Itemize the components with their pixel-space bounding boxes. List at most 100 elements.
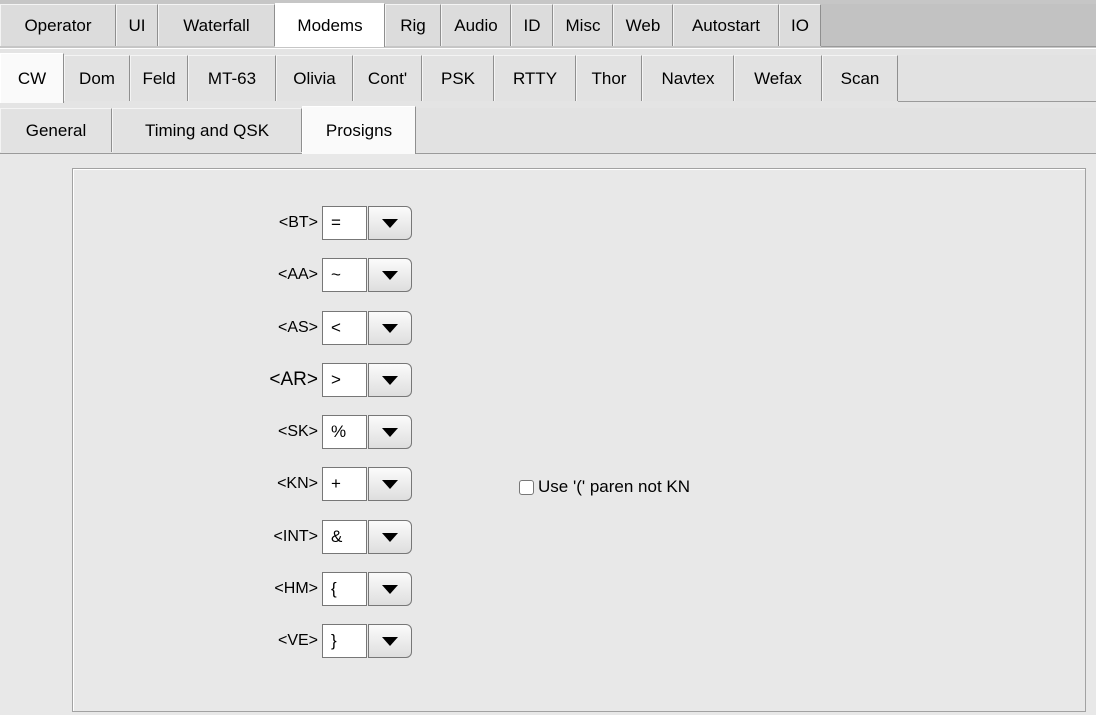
prosign-character-value[interactable]: + — [322, 467, 367, 501]
chevron-down-icon — [382, 479, 398, 489]
tab-bar-filler — [898, 55, 1096, 102]
tab-psk[interactable]: PSK — [422, 55, 494, 101]
prosign-character-select[interactable]: % — [322, 415, 412, 449]
prosign-character-value[interactable]: % — [322, 415, 367, 449]
tab-prosigns[interactable]: Prosigns — [302, 106, 416, 154]
tab-web[interactable]: Web — [613, 4, 673, 46]
prosign-label: <INT> — [273, 528, 318, 545]
use-paren-not-kn-option[interactable]: Use '(' paren not KN — [519, 477, 690, 497]
dropdown-button[interactable] — [368, 206, 412, 240]
prosign-row: <AS> < — [0, 310, 412, 346]
tab-timing-and-qsk[interactable]: Timing and QSK — [112, 108, 302, 152]
tab-ui[interactable]: UI — [116, 4, 158, 46]
dropdown-button[interactable] — [368, 572, 412, 606]
tab-audio[interactable]: Audio — [441, 4, 511, 46]
dropdown-button[interactable] — [368, 520, 412, 554]
tab-operator[interactable]: Operator — [0, 4, 116, 46]
tab-mt63[interactable]: MT-63 — [188, 55, 276, 101]
tab-modems[interactable]: Modems — [275, 3, 385, 47]
use-paren-not-kn-label: Use '(' paren not KN — [538, 477, 691, 496]
tab-scan[interactable]: Scan — [822, 55, 898, 101]
tab-wefax[interactable]: Wefax — [734, 55, 822, 101]
prosign-row: <VE>} — [0, 623, 412, 659]
prosign-label: <AR> — [269, 369, 318, 390]
chevron-down-icon — [382, 375, 398, 385]
tab-label: Olivia — [293, 68, 336, 88]
prosign-character-value[interactable]: } — [322, 624, 367, 658]
tab-autostart[interactable]: Autostart — [673, 4, 779, 46]
tab-dom[interactable]: Dom — [64, 55, 130, 101]
tab-general[interactable]: General — [0, 108, 112, 152]
tab-thor[interactable]: Thor — [576, 55, 642, 101]
tab-rig[interactable]: Rig — [385, 4, 441, 46]
prosign-row: <INT> & — [0, 519, 412, 555]
use-paren-not-kn-checkbox[interactable] — [519, 479, 534, 495]
chevron-down-icon — [382, 584, 398, 594]
prosign-character-value[interactable]: { — [322, 572, 367, 606]
chevron-down-icon — [382, 270, 398, 280]
tab-label: General — [25, 120, 87, 140]
prosign-character-select[interactable]: + — [322, 467, 412, 501]
tab-label: Operator — [24, 15, 92, 35]
tab-label: Prosigns — [325, 120, 393, 140]
tab-label: MT-63 — [207, 68, 257, 88]
tab-label: Navtex — [661, 68, 715, 88]
prosign-character-select[interactable]: = — [322, 206, 412, 240]
prosign-label: <AS> — [277, 319, 318, 336]
main-tab-bar: Operator UI Waterfall Modems Rig Audio I… — [0, 0, 1096, 48]
tab-navtex[interactable]: Navtex — [642, 55, 734, 101]
prosign-row: <AA> ~ — [0, 257, 412, 293]
dropdown-button[interactable] — [368, 363, 412, 397]
prosign-label: <AA> — [277, 266, 318, 283]
dropdown-button[interactable] — [368, 415, 412, 449]
tab-label: Waterfall — [183, 15, 250, 35]
prosign-row: <AR> > — [0, 362, 412, 398]
prosign-row: <HM>{ — [0, 571, 412, 607]
dropdown-button[interactable] — [368, 311, 412, 345]
tab-label: IO — [791, 15, 809, 35]
prosign-character-select[interactable]: < — [322, 311, 412, 345]
tab-io[interactable]: IO — [779, 4, 821, 46]
tab-bar-filler — [821, 4, 1096, 47]
tab-label: ID — [523, 15, 541, 35]
chevron-down-icon — [382, 636, 398, 646]
prosign-label: <SK> — [277, 423, 318, 440]
tab-label: Timing and QSK — [144, 120, 270, 140]
prosign-character-select[interactable]: } — [322, 624, 412, 658]
tab-misc[interactable]: Misc — [553, 4, 613, 46]
tab-label: Scan — [840, 68, 880, 88]
prosign-character-value[interactable]: & — [322, 520, 367, 554]
tab-label: Rig — [400, 15, 426, 35]
tab-label: Cont' — [367, 68, 408, 88]
tab-contestia[interactable]: Cont' — [353, 55, 422, 101]
tab-waterfall[interactable]: Waterfall — [158, 4, 275, 46]
tab-olivia[interactable]: Olivia — [276, 55, 353, 101]
prosign-row: <SK>% — [0, 414, 412, 450]
dropdown-button[interactable] — [368, 467, 412, 501]
prosign-character-value[interactable]: = — [322, 206, 367, 240]
tab-label: Dom — [79, 68, 115, 88]
prosign-character-select[interactable]: { — [322, 572, 412, 606]
tab-cw[interactable]: CW — [0, 53, 64, 103]
prosign-character-value[interactable]: ~ — [322, 258, 367, 292]
cw-tab-bar: General Timing and QSK Prosigns — [0, 102, 1096, 154]
prosign-character-value[interactable]: > — [322, 363, 367, 397]
prosign-character-value[interactable]: < — [322, 311, 367, 345]
tab-label: UI — [128, 15, 146, 35]
tab-rtty[interactable]: RTTY — [494, 55, 576, 101]
dropdown-button[interactable] — [368, 624, 412, 658]
tab-feld[interactable]: Feld — [130, 55, 188, 101]
tab-label: Audio — [454, 15, 498, 35]
chevron-down-icon — [382, 427, 398, 437]
prosign-character-select[interactable]: & — [322, 520, 412, 554]
prosign-character-select[interactable]: > — [322, 363, 412, 397]
dropdown-button[interactable] — [368, 258, 412, 292]
tab-label: Web — [625, 15, 661, 35]
tab-id[interactable]: ID — [511, 4, 553, 46]
tab-label: Autostart — [691, 15, 761, 35]
prosign-character-select[interactable]: ~ — [322, 258, 412, 292]
tab-label: RTTY — [512, 68, 558, 88]
chevron-down-icon — [382, 218, 398, 228]
prosign-label: <BT> — [278, 214, 318, 231]
prosign-label: <VE> — [277, 632, 318, 649]
